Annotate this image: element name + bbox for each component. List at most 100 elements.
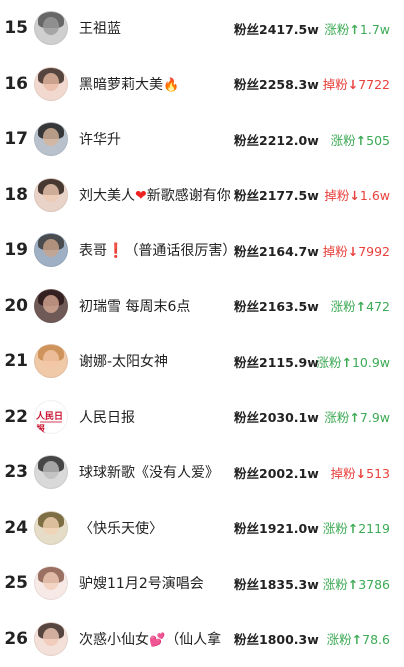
- fan-change: 掉粉↓1.6w: [324, 185, 390, 204]
- fan-change: 涨粉↑2119: [323, 518, 390, 537]
- ranking-row[interactable]: 22 人民日报 人民日报 粉丝2030.1w 涨粉↑7.9w: [0, 389, 404, 445]
- rank-number: 26: [4, 628, 28, 649]
- fan-change: 涨粉↑10.9w: [316, 352, 390, 371]
- avatar[interactable]: 人民日报: [34, 399, 68, 434]
- arrow-down-icon: ↓: [347, 243, 359, 259]
- rank-number: 23: [4, 462, 28, 482]
- avatar[interactable]: [34, 344, 68, 378]
- account-name[interactable]: 次惑小仙女💕（仙人拿: [79, 629, 221, 649]
- avatar[interactable]: [34, 122, 68, 156]
- account-name[interactable]: 驴嫂11月2号演唱会: [79, 573, 204, 593]
- fan-count: 粉丝2164.7w: [234, 243, 319, 259]
- account-name-text: 驴嫂11月2号演唱会: [79, 576, 204, 592]
- account-name[interactable]: 谢娜-太阳女神: [79, 351, 168, 371]
- fan-count: 粉丝2212.0w: [234, 132, 319, 148]
- account-name[interactable]: 黑暗萝莉大美🔥: [79, 74, 179, 94]
- account-name-text: 人民日报: [79, 409, 135, 426]
- fan-change-value: 2119: [358, 521, 390, 536]
- fan-change-label: 涨粉: [316, 354, 342, 370]
- avatar-face: [43, 72, 59, 91]
- avatar[interactable]: [34, 11, 68, 45]
- fan-change: 涨粉↑7.9w: [324, 407, 390, 426]
- ranking-row[interactable]: 25 驴嫂11月2号演唱会 粉丝1835.3w 涨粉↑3786: [0, 555, 404, 611]
- fan-change: 涨粉↑78.6: [327, 629, 390, 648]
- ranking-row[interactable]: 26 次惑小仙女💕（仙人拿 粉丝1800.3w 涨粉↑78.6: [0, 611, 404, 667]
- fan-count: 粉丝2115.9w: [234, 354, 319, 370]
- avatar[interactable]: [34, 455, 68, 489]
- fan-change-value: 7722: [358, 77, 390, 92]
- fan-count: 粉丝2163.5w: [234, 299, 319, 314]
- account-name-text: 王祖蓝: [79, 21, 121, 37]
- account-name[interactable]: 球球新歌《没有人爱》: [79, 462, 219, 482]
- arrow-up-icon: ↑: [349, 410, 360, 425]
- rank-number: 18: [4, 184, 28, 205]
- account-name[interactable]: 刘大美人❤新歌感谢有你: [79, 185, 231, 205]
- account-name-text: 黑暗萝莉大美: [79, 76, 163, 93]
- arrow-up-icon: ↑: [349, 21, 360, 37]
- avatar[interactable]: [34, 177, 68, 212]
- avatar[interactable]: [34, 66, 68, 101]
- ranking-row[interactable]: 17 许华升 粉丝2212.0w 涨粉↑505: [0, 111, 404, 167]
- fan-change-label: 涨粉: [324, 410, 350, 425]
- account-name[interactable]: 初瑞雪 每周末6点: [79, 296, 190, 316]
- fan-count: 粉丝2002.1w: [234, 465, 319, 481]
- fan-count: 粉丝2030.1w: [234, 410, 319, 425]
- account-name[interactable]: 王祖蓝: [79, 18, 121, 38]
- account-name-text: 刘大美人: [79, 187, 135, 204]
- fan-change: 涨粉↑3786: [323, 574, 390, 593]
- fan-change-value: 513: [366, 465, 390, 481]
- fan-change: 掉粉↓7722: [323, 74, 390, 93]
- avatar[interactable]: [34, 233, 68, 267]
- account-name-text: 许华升: [79, 132, 121, 148]
- account-name[interactable]: 许华升: [79, 129, 121, 149]
- avatar-face: [43, 239, 59, 257]
- fan-change: 涨粉↑1.7w: [324, 19, 390, 38]
- avatar[interactable]: [34, 288, 68, 323]
- avatar-face: [43, 183, 59, 202]
- avatar[interactable]: [34, 510, 68, 545]
- avatar[interactable]: [34, 621, 68, 656]
- ranking-row[interactable]: 24 〈快乐天使〉 粉丝1921.0w 涨粉↑2119: [0, 500, 404, 556]
- rank-number: 19: [4, 240, 28, 260]
- rank-number: 15: [4, 18, 28, 38]
- rank-number: 21: [4, 351, 28, 371]
- fan-change: 涨粉↑505: [331, 130, 390, 149]
- exclamation-icon: ❗: [107, 243, 125, 259]
- fan-change-value: 7992: [358, 243, 390, 259]
- fan-change-label: 掉粉: [322, 243, 348, 259]
- fan-count: 粉丝2177.5w: [234, 188, 319, 203]
- fan-change-label: 涨粉: [330, 132, 356, 148]
- ranking-row[interactable]: 15 王祖蓝 粉丝2417.5w 涨粉↑1.7w: [0, 0, 404, 56]
- fan-count: 粉丝1921.0w: [234, 521, 319, 536]
- ranking-row[interactable]: 19 表哥❗（普通话很厉害） 粉丝2164.7w 掉粉↓7992: [0, 222, 404, 278]
- fan-change-value: 472: [366, 299, 390, 314]
- fan-count: 粉丝1800.3w: [234, 632, 319, 647]
- fan-change-value: 7.9w: [359, 410, 390, 425]
- fan-change-label: 涨粉: [324, 21, 350, 37]
- avatar[interactable]: [34, 566, 68, 600]
- rank-number: 16: [4, 73, 28, 94]
- fan-change-label: 涨粉: [326, 632, 352, 647]
- avatar-face: [43, 461, 59, 479]
- account-name-text: 球球新歌《没有人爱》: [79, 465, 219, 481]
- rank-number: 24: [4, 517, 28, 538]
- ranking-row[interactable]: 23 球球新歌《没有人爱》 粉丝2002.1w 掉粉↓513: [0, 444, 404, 500]
- fan-change: 掉粉↓513: [331, 463, 390, 482]
- account-name[interactable]: 表哥❗（普通话很厉害）: [79, 240, 236, 260]
- fan-change-value: 10.9w: [351, 354, 390, 370]
- arrow-up-icon: ↑: [347, 521, 359, 536]
- avatar-face: [43, 294, 59, 313]
- account-name-suffix: 新歌感谢有你: [146, 187, 231, 204]
- ranking-row[interactable]: 21 谢娜-太阳女神 粉丝2115.9w 涨粉↑10.9w: [0, 333, 404, 389]
- ranking-row[interactable]: 20 初瑞雪 每周末6点 粉丝2163.5w 涨粉↑472: [0, 278, 404, 334]
- arrow-up-icon: ↑: [347, 576, 359, 592]
- avatar-face: [43, 350, 59, 368]
- fan-change-value: 78.6: [362, 632, 390, 647]
- rank-number: 17: [4, 129, 28, 149]
- avatar-face: [43, 572, 59, 590]
- ranking-row[interactable]: 18 刘大美人❤新歌感谢有你 粉丝2177.5w 掉粉↓1.6w: [0, 167, 404, 223]
- account-name[interactable]: 〈快乐天使〉: [79, 518, 163, 538]
- account-name[interactable]: 人民日报: [79, 407, 135, 427]
- fan-change-label: 涨粉: [330, 299, 356, 314]
- ranking-row[interactable]: 16 黑暗萝莉大美🔥 粉丝2258.3w 掉粉↓7722: [0, 56, 404, 112]
